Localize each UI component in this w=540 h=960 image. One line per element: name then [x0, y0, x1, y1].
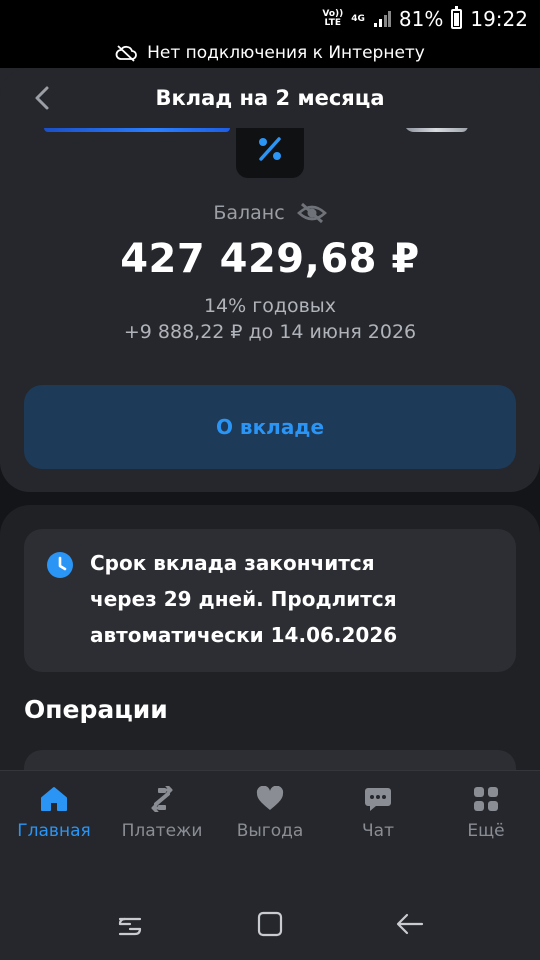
- tab-chat[interactable]: Чат: [324, 783, 432, 888]
- operations-heading: Операции: [24, 695, 168, 724]
- notice-line-2: через 29 дней. Продлится: [90, 587, 397, 611]
- chat-icon: [362, 783, 394, 815]
- eye-off-icon: [296, 202, 327, 224]
- battery-icon: [451, 6, 463, 29]
- deposit-summary-card: Вклад на 2 месяца Баланс 427 429,68 ₽ 14…: [0, 68, 540, 492]
- system-back-button[interactable]: [385, 899, 435, 949]
- balance-label-row: Баланс: [0, 198, 540, 228]
- offline-banner: Нет подключения к Интернету: [0, 38, 540, 68]
- cloud-off-icon: [115, 45, 137, 62]
- battery-percent: 81%: [398, 7, 444, 31]
- page-title: Вклад на 2 месяца: [155, 86, 385, 110]
- grid-icon: [470, 783, 502, 815]
- tab-benefits[interactable]: Выгода: [216, 783, 324, 888]
- battery-fill: [454, 13, 460, 26]
- offline-text: Нет подключения к Интернету: [147, 43, 425, 63]
- recents-button[interactable]: [105, 899, 155, 949]
- tab-home[interactable]: Главная: [0, 783, 108, 888]
- system-nav-bar: [0, 888, 540, 960]
- heart-icon: [254, 783, 286, 815]
- interest-rate: 14% годовых: [203, 295, 337, 317]
- notice-line-1: Срок вклада закончится: [90, 551, 375, 575]
- deposit-percent-badge: [236, 120, 304, 178]
- percent-icon: [259, 137, 281, 161]
- expected-income: +9 888,22 ₽ до 14 июня 2026: [123, 321, 417, 343]
- clock-time: 19:22: [470, 7, 528, 31]
- tab-more[interactable]: Ещё: [432, 783, 540, 888]
- back-button[interactable]: [22, 80, 62, 116]
- phone-screen: Vo)) LTE 4G 81% 19:22 Нет подключения к И…: [0, 0, 540, 960]
- home-icon: [38, 783, 70, 815]
- status-bar: Vo)) LTE 4G 81% 19:22: [0, 0, 540, 38]
- home-button[interactable]: [245, 899, 295, 949]
- tab-label-home: Главная: [17, 821, 91, 841]
- top-app-bar: Вклад на 2 месяца: [0, 68, 540, 128]
- term-notice: Срок вклада закончится через 29 дней. Пр…: [24, 529, 516, 672]
- hide-balance-toggle[interactable]: [296, 201, 327, 225]
- notice-line-3: автоматически 14.06.2026: [90, 623, 398, 647]
- clock-icon: [47, 552, 73, 578]
- bottom-tab-bar: Главная Платежи Выгода Чат Ещё: [0, 770, 540, 888]
- tab-payments[interactable]: Платежи: [108, 783, 216, 888]
- volte-indicator: Vo)) LTE: [322, 9, 344, 28]
- back-arrow-icon: [396, 913, 424, 935]
- home-square-icon: [257, 911, 283, 937]
- tab-label-chat: Чат: [362, 821, 394, 841]
- chevron-left-icon: [35, 86, 49, 110]
- network-type: 4G: [351, 13, 365, 24]
- balance-label: Баланс: [213, 202, 285, 224]
- tab-label-payments: Платежи: [121, 821, 203, 841]
- app-content: Вклад на 2 месяца Баланс 427 429,68 ₽ 14…: [0, 68, 540, 888]
- about-deposit-button[interactable]: О вкладе: [24, 385, 516, 469]
- transfer-icon: [146, 783, 178, 815]
- term-notice-text: Срок вклада закончится через 29 дней. Пр…: [90, 545, 500, 653]
- balance-amount: 427 429,68 ₽: [120, 236, 420, 282]
- tab-label-benefits: Выгода: [236, 821, 304, 841]
- signal-icon: [373, 11, 391, 27]
- recents-icon: [118, 917, 142, 936]
- tab-label-more: Ещё: [467, 821, 505, 841]
